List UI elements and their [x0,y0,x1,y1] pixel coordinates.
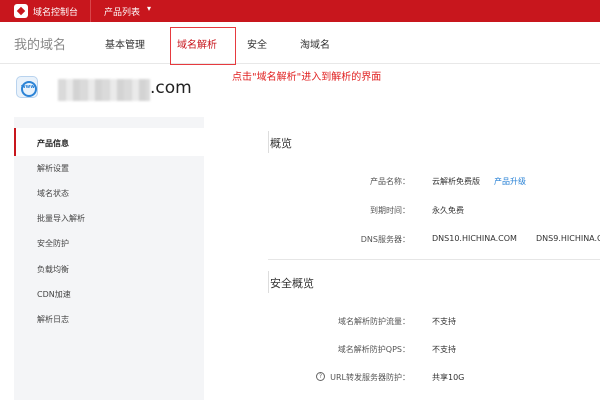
sidebar-item-batch-import[interactable]: 批量导入解析 [37,213,85,224]
dns-server-label: DNS服务器： [360,235,410,244]
sidebar-item-domain-status[interactable]: 域名状态 [37,188,69,199]
protection-qps-value: 不支持 [432,345,456,354]
product-name-label: 产品名称： [370,177,410,186]
security-section-bar [268,271,269,293]
tab-highlight-box [170,27,236,65]
sidebar [14,117,204,400]
product-list-menu[interactable]: 产品列表 [104,5,140,18]
dns-server-1: DNS10.HICHINA.COM [432,234,517,243]
domain-header: www .com [0,64,600,116]
domain-suffix: .com [150,78,192,98]
sidebar-item-cdn[interactable]: CDN加速 [37,289,71,300]
chevron-down-icon[interactable]: ▾ [147,4,151,13]
expire-label: 到期时间： [370,206,410,215]
sidebar-item-resolution-settings[interactable]: 解析设置 [37,163,69,174]
overview-title: 概览 [270,137,292,150]
sidebar-item-security-protection[interactable]: 安全防护 [37,238,69,249]
protection-traffic-label: 域名解析防护流量： [338,317,410,326]
protection-qps-label: 域名解析防护QPS： [337,345,410,354]
domain-nav: 我的域名 基本管理 域名解析 安全 淘域名 [0,22,600,64]
upgrade-link[interactable]: 产品升级 [494,176,526,187]
sidebar-item-load-balancing[interactable]: 负载均衡 [37,264,69,275]
protection-traffic-value: 不支持 [432,317,456,326]
top-bar: 域名控制台 产品列表 ▾ [0,0,600,22]
tab-basic-management[interactable]: 基本管理 [105,36,145,51]
help-icon[interactable]: ? [316,372,325,381]
tab-tao-domain[interactable]: 淘域名 [300,36,330,51]
product-name-value: 云解析免费版 [432,177,480,186]
url-forward-protection-label: URL转发服务器防护： [330,373,410,382]
security-overview-title: 安全概览 [270,277,314,290]
overview-section-bar [268,131,269,153]
section-divider [268,259,600,260]
tab-security[interactable]: 安全 [247,36,267,51]
expire-value: 永久免费 [432,206,464,215]
url-forward-protection-value: 共享10G [432,373,465,382]
topbar-divider [90,0,91,22]
dns-server-2: DNS9.HICHINA.COM [536,234,600,243]
sidebar-item-resolution-log[interactable]: 解析日志 [37,314,69,325]
blurred-domain-name [58,79,150,101]
aliyun-logo-icon[interactable] [14,4,28,18]
console-title[interactable]: 域名控制台 [33,5,78,18]
www-globe-icon: www [16,76,38,98]
page-title: 我的域名 [14,38,67,53]
sidebar-item-product-info[interactable]: 产品信息 [37,138,69,149]
